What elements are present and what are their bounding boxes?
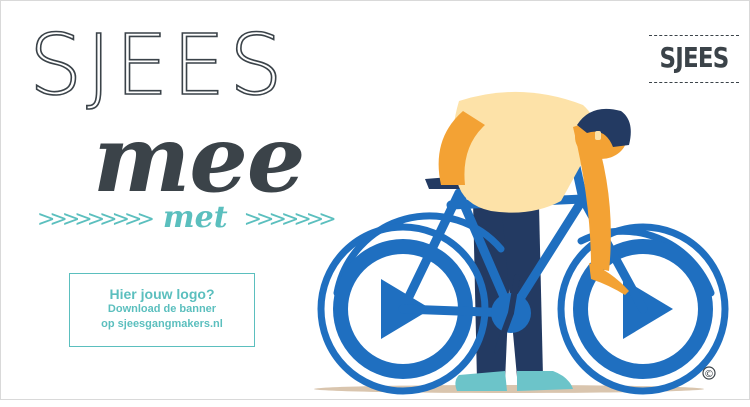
shirt	[452, 91, 596, 213]
right-shoe	[517, 371, 573, 391]
logo-placeholder-line-2: op sjeesgangmakers.nl	[101, 318, 223, 330]
tagline-row: >>>>>>>>> met >>>>>>>	[37, 200, 337, 235]
copyright-mark: ©	[704, 369, 714, 380]
logo-placeholder-heading: Hier jouw logo?	[109, 286, 215, 302]
left-shoe	[455, 371, 507, 391]
headline-sjees: SJEES	[28, 16, 287, 114]
tagline-met: met	[162, 200, 228, 235]
logo-placeholder-box[interactable]: Hier jouw logo? Download de banner op sj…	[69, 273, 255, 347]
ear	[595, 131, 601, 140]
logo-placeholder-line-1: Download de banner	[107, 303, 217, 315]
man-with-bicycle-illustration: ©	[314, 91, 729, 395]
brand-badge-text: SJEES	[659, 41, 730, 74]
brand-badge[interactable]: SJEES	[649, 35, 739, 83]
headline-mee: mee	[93, 105, 305, 213]
banner[interactable]: SJEES mee >>>>>>>>> met >>>>>>> Hier jou…	[0, 0, 750, 400]
chevrons-left-icon: >>>>>>>>>	[37, 207, 155, 232]
